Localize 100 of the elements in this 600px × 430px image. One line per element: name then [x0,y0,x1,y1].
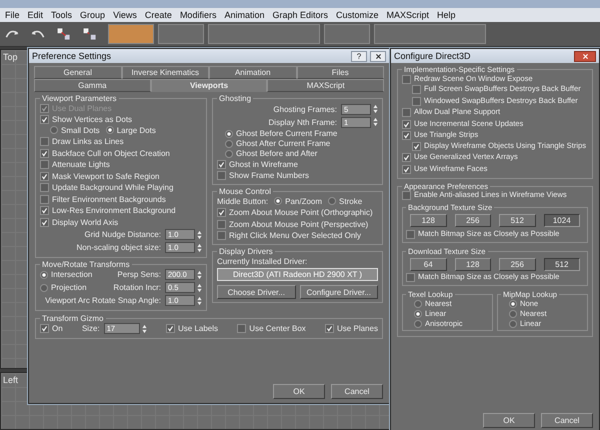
checkbox-label: Mask Viewport to Safe Region [52,172,160,181]
link-icon[interactable] [56,26,72,42]
close-icon[interactable] [374,52,382,60]
menu-item[interactable]: Create [140,10,176,20]
dialog-button[interactable]: OK [273,384,325,399]
checkbox[interactable] [402,131,411,140]
checkbox[interactable] [40,148,49,158]
menu-item[interactable]: Graph Editors [268,10,332,20]
size-button[interactable]: 256 [499,258,536,270]
dialog-title: Configure Direct3D [394,51,472,61]
size-button[interactable]: 512 [499,214,536,227]
spinner-arrows-icon[interactable] [197,242,202,252]
menu-item[interactable]: Customize [332,10,383,20]
radio-button[interactable] [414,310,422,318]
spinner-arrows-icon[interactable] [197,230,202,240]
checkbox-label: Use Center Box [249,324,306,334]
close-button[interactable] [370,50,386,62]
checkbox[interactable] [217,171,226,180]
radio-label: Small Dots [61,126,100,135]
radio-button[interactable] [509,310,517,318]
radio-button[interactable] [509,320,517,328]
checkbox[interactable] [166,324,175,333]
menu-item[interactable]: Group [76,10,110,20]
radio-button[interactable] [225,150,233,158]
checkbox[interactable] [40,324,49,333]
checkbox[interactable] [40,194,49,204]
size-button[interactable]: 128 [454,258,491,270]
menu-item[interactable]: Views [109,10,141,20]
checkbox-label: Low-Res Environment Background [52,206,176,216]
spinner-arrows-icon[interactable] [197,296,202,306]
checkbox[interactable] [402,164,411,174]
dialog-button[interactable]: Cancel [331,384,383,399]
tab[interactable]: General [34,66,122,79]
radio-button[interactable] [225,140,233,148]
close-button[interactable] [574,50,596,62]
radio-button[interactable] [509,300,517,308]
unlink-icon[interactable] [82,26,98,42]
checkbox[interactable] [40,206,49,216]
dialog-button[interactable]: OK [483,413,535,428]
checkbox[interactable] [402,153,411,162]
spinner-arrows-icon[interactable] [373,104,378,114]
checkbox[interactable] [325,324,334,333]
radio-button[interactable] [414,300,422,308]
driver-button[interactable]: Configure Driver... [300,285,378,299]
size-button[interactable]: 64 [410,258,446,270]
checkbox[interactable] [217,208,226,218]
radio-button[interactable] [328,197,336,206]
checkbox[interactable] [40,115,49,124]
radio-button[interactable] [106,126,114,134]
menu-item[interactable]: File [1,10,24,20]
radio-button[interactable] [50,126,58,134]
checkbox[interactable] [237,324,246,333]
menu-item[interactable]: Modifiers [176,10,220,20]
checkbox[interactable] [40,137,49,146]
checkbox[interactable] [40,172,49,181]
size-button[interactable]: 128 [410,214,446,227]
tab[interactable]: Gamma [34,79,151,92]
tab[interactable]: Inverse Kinematics [122,66,209,79]
radio-button[interactable] [40,270,48,278]
driver-button[interactable]: Choose Driver... [217,285,296,299]
menu-item[interactable]: MAXScript [382,10,434,20]
spinner-label: Size: [82,324,100,333]
tab[interactable]: Files [296,66,384,79]
checkbox[interactable] [412,96,421,106]
checkbox[interactable] [40,160,49,170]
tab[interactable]: Animation [209,66,296,79]
checkbox[interactable] [402,108,411,118]
checkbox[interactable] [217,220,226,229]
radio-button[interactable] [225,130,233,138]
size-button[interactable]: 512 [544,258,580,270]
spinner-arrows-icon[interactable] [142,324,147,334]
spinner-arrows-icon[interactable] [197,270,202,280]
size-button[interactable]: 1024 [544,214,580,227]
spinner-arrows-icon[interactable] [197,282,202,292]
radio-button[interactable] [274,197,282,206]
checkbox[interactable] [40,218,49,227]
spinner-arrows-icon[interactable] [373,117,378,127]
menu-item[interactable]: Animation [220,10,268,20]
checkbox[interactable] [40,183,49,192]
menu-item[interactable]: Help [433,10,460,20]
checkbox[interactable] [412,85,421,94]
size-button[interactable]: 256 [454,214,491,227]
checkbox[interactable] [402,74,411,84]
radio-group-label: Middle Button: [217,196,268,206]
tab[interactable]: Viewports [150,79,268,92]
checkbox[interactable] [402,120,411,129]
radio-button[interactable] [40,284,48,292]
checkbox[interactable] [217,231,226,240]
checkbox[interactable] [402,191,411,200]
tab[interactable]: MAXScript [267,79,384,92]
dialog-button[interactable]: Cancel [541,413,593,428]
field-label: Currently Installed Driver: [217,256,308,267]
radio-button[interactable] [414,320,422,328]
menu-item[interactable]: Tools [47,10,76,20]
checkbox[interactable] [217,160,226,169]
help-button[interactable]: ? [351,50,367,62]
checkbox[interactable] [406,273,415,282]
menu-item[interactable]: Edit [24,10,48,20]
checkbox[interactable] [412,142,421,151]
checkbox[interactable] [406,230,415,239]
